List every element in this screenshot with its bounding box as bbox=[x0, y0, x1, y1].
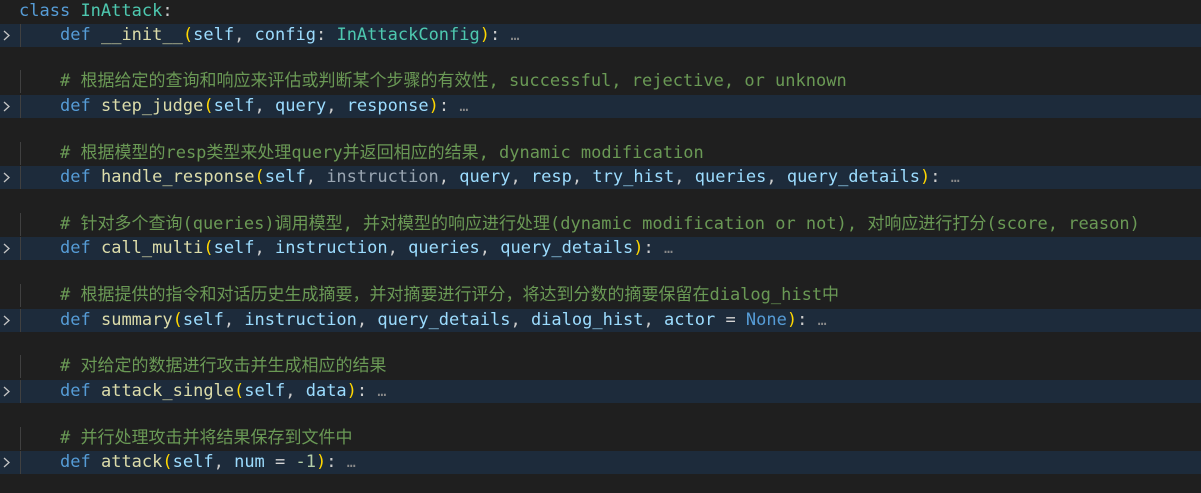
fold-toggle[interactable] bbox=[0, 237, 18, 260]
folded-ellipsis[interactable]: … bbox=[664, 239, 673, 257]
code-editor[interactable]: class InAttack: def __init__(self, confi… bbox=[0, 0, 1201, 493]
method-name: handle_response bbox=[100, 167, 255, 187]
folded-ellipsis[interactable]: … bbox=[951, 168, 960, 186]
code-comment: # 对给定的数据进行攻击并生成相应的结果 bbox=[60, 356, 387, 376]
fold-toggle[interactable] bbox=[0, 24, 18, 47]
fold-toggle[interactable] bbox=[0, 309, 18, 332]
code-line-comment[interactable]: # 根据给定的查询和响应来评估或判断某个步骤的有效性, successful, … bbox=[0, 70, 1201, 93]
code-line-comment[interactable]: # 并行处理攻击并将结果保存到文件中 bbox=[0, 427, 1201, 450]
chevron-right-icon[interactable] bbox=[1, 30, 12, 41]
method-signature: def call_multi(self, instruction, querie… bbox=[60, 238, 674, 258]
folded-ellipsis[interactable]: … bbox=[818, 311, 827, 329]
code-line-comment[interactable]: # 对给定的数据进行攻击并生成相应的结果 bbox=[0, 355, 1201, 378]
chevron-right-icon[interactable] bbox=[1, 457, 12, 468]
method-signature: def attack_single(self, data): … bbox=[60, 381, 387, 401]
code-line-init[interactable]: def __init__(self, config: InAttackConfi… bbox=[0, 24, 1201, 47]
code-comment: # 并行处理攻击并将结果保存到文件中 bbox=[60, 428, 353, 448]
chevron-right-icon[interactable] bbox=[1, 243, 12, 254]
method-signature: def step_judge(self, query, response): … bbox=[60, 96, 469, 116]
code-line-call-multi[interactable]: def call_multi(self, instruction, querie… bbox=[0, 237, 1201, 260]
method-signature: def attack(self, num = -1): … bbox=[60, 452, 356, 472]
method-name: __init__ bbox=[100, 25, 183, 45]
code-line-summary[interactable]: def summary(self, instruction, query_det… bbox=[0, 309, 1201, 332]
fold-toggle[interactable] bbox=[0, 166, 18, 189]
code-comment: # 针对多个查询(queries)调用模型, 并对模型的响应进行处理(dynam… bbox=[60, 214, 1140, 234]
code-line-attack[interactable]: def attack(self, num = -1): … bbox=[0, 451, 1201, 474]
method-signature: def summary(self, instruction, query_det… bbox=[60, 310, 827, 330]
code-line-comment[interactable]: # 根据提供的指令和对话历史生成摘要，并对摘要进行评分，将达到分数的摘要保留在d… bbox=[0, 284, 1201, 307]
class-declaration: class InAttack: bbox=[19, 0, 173, 23]
folded-ellipsis[interactable]: … bbox=[459, 97, 468, 115]
class-name: InAttack bbox=[80, 1, 163, 21]
code-line-attack-single[interactable]: def attack_single(self, data): … bbox=[0, 380, 1201, 403]
fold-toggle[interactable] bbox=[0, 95, 18, 118]
chevron-right-icon[interactable] bbox=[1, 172, 12, 183]
method-name: step_judge bbox=[100, 96, 204, 116]
method-signature: def handle_response(self, instruction, q… bbox=[60, 167, 960, 187]
method-name: attack bbox=[100, 452, 163, 472]
chevron-right-icon[interactable] bbox=[1, 315, 12, 326]
class-keyword: class bbox=[19, 1, 71, 21]
method-name: call_multi bbox=[100, 238, 204, 258]
code-line-comment[interactable]: # 针对多个查询(queries)调用模型, 并对模型的响应进行处理(dynam… bbox=[0, 213, 1201, 236]
fold-toggle[interactable] bbox=[0, 380, 18, 403]
code-line-class[interactable]: class InAttack: bbox=[0, 0, 1201, 23]
folded-ellipsis[interactable]: … bbox=[511, 26, 520, 44]
code-line-comment[interactable]: # 根据模型的resp类型来处理query并返回相应的结果, dynamic m… bbox=[0, 142, 1201, 165]
method-name: attack_single bbox=[100, 381, 235, 401]
method-name: summary bbox=[100, 310, 173, 330]
chevron-right-icon[interactable] bbox=[1, 101, 12, 112]
code-line-handle-response[interactable]: def handle_response(self, instruction, q… bbox=[0, 166, 1201, 189]
chevron-right-icon[interactable] bbox=[1, 386, 12, 397]
code-comment: # 根据给定的查询和响应来评估或判断某个步骤的有效性, successful, … bbox=[60, 71, 847, 91]
code-comment: # 根据提供的指令和对话历史生成摘要，并对摘要进行评分，将达到分数的摘要保留在d… bbox=[60, 285, 840, 305]
fold-toggle[interactable] bbox=[0, 451, 18, 474]
method-signature: def __init__(self, config: InAttackConfi… bbox=[60, 25, 520, 45]
folded-ellipsis[interactable]: … bbox=[347, 453, 356, 471]
class-colon: : bbox=[162, 1, 173, 21]
folded-ellipsis[interactable]: … bbox=[377, 382, 386, 400]
code-comment: # 根据模型的resp类型来处理query并返回相应的结果, dynamic m… bbox=[60, 143, 704, 163]
code-line-step-judge[interactable]: def step_judge(self, query, response): … bbox=[0, 95, 1201, 118]
def-keyword: def bbox=[60, 25, 91, 45]
